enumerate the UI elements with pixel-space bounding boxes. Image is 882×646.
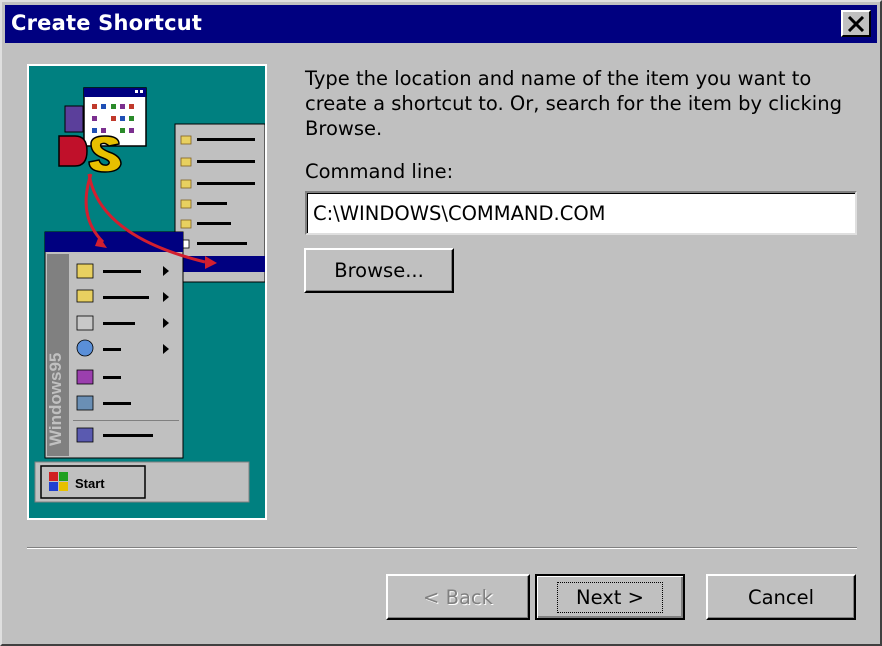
program-icon <box>58 87 147 173</box>
start-button-label: Start <box>75 476 105 491</box>
wizard-illustration: Windows95 Start <box>27 64 267 520</box>
command-line-label: Command line: <box>305 160 454 183</box>
start-menu: Windows95 <box>44 231 184 459</box>
cancel-button[interactable]: Cancel <box>706 574 856 620</box>
command-line-input[interactable] <box>305 191 857 235</box>
close-button[interactable] <box>841 10 871 37</box>
back-button[interactable]: < Back <box>386 574 530 620</box>
next-button-label: Next > <box>557 581 663 613</box>
browse-button[interactable]: Browse... <box>304 248 454 293</box>
next-button[interactable]: Next > <box>535 574 685 620</box>
close-icon <box>847 15 865 32</box>
start-menu-banner: Windows95 <box>46 353 65 446</box>
title-bar: Create Shortcut <box>5 5 877 43</box>
window-title: Create Shortcut <box>11 11 203 35</box>
start-menu-shortcut-illustration: Windows95 Start <box>34 87 266 503</box>
separator <box>27 547 857 549</box>
taskbar: Start <box>34 461 250 503</box>
instructions-text: Type the location and name of the item y… <box>305 67 842 140</box>
